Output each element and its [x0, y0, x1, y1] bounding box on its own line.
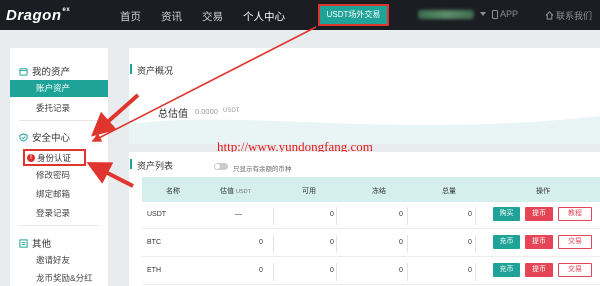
nav-home[interactable]: 首页 [120, 9, 141, 24]
cell-available: 0 [330, 267, 334, 274]
cell-valuation: 0 [259, 267, 263, 274]
withdraw-button[interactable]: 提币 [525, 235, 553, 249]
cell-divider [475, 263, 476, 281]
nav-trade[interactable]: 交易 [202, 9, 223, 24]
nav-news[interactable]: 资讯 [161, 9, 182, 24]
withdraw-button[interactable]: 提币 [525, 263, 553, 277]
account-dropdown-caret-icon[interactable] [480, 12, 486, 16]
cell-total: 0 [468, 239, 472, 246]
tutorial-button[interactable]: 教程 [558, 207, 592, 221]
col-action: 操作 [536, 188, 550, 195]
cell-frozen: 0 [399, 267, 403, 274]
trade-button[interactable]: 交易 [558, 263, 592, 277]
deposit-button[interactable]: 充币 [493, 235, 520, 249]
sidebar-item-change-password[interactable]: 修改密码 [36, 169, 70, 181]
usdt-otc-button[interactable]: USDT场外交易 [318, 4, 389, 26]
asset-list-card: 资产列表 只显示有余额的币种 名称 估值 USDT 可用 冻结 总量 操作 USD… [129, 152, 600, 286]
cell-divider [336, 207, 337, 225]
sidebar-item-bind-email[interactable]: 绑定邮箱 [36, 188, 70, 200]
sidebar-item-dragon-reward[interactable]: 龙币奖励&分红 [36, 272, 93, 284]
cell-divider [407, 207, 408, 225]
total-valuation-label: 总估值 [158, 109, 188, 120]
list-icon [19, 238, 28, 248]
col-valuation: 估值 USDT [220, 186, 251, 196]
cell-divider [273, 235, 274, 253]
col-total: 总量 [442, 188, 456, 195]
col-valuation-unit: USDT [236, 189, 251, 195]
cell-divider [407, 235, 408, 253]
table-row: USDT — 0 0 0 购买 提币 教程 [142, 202, 600, 229]
asset-list-title: 资产列表 [129, 159, 174, 171]
user-account-name-blurred[interactable] [418, 10, 474, 19]
total-valuation-value: 0.0000 [195, 107, 218, 116]
app-label: APP [500, 9, 519, 19]
cell-divider [475, 207, 476, 225]
sidebar-item-identity-verification[interactable]: ! 身份认证 [23, 149, 86, 166]
wallet-icon [19, 67, 28, 76]
logo-text: Dragon [6, 7, 62, 24]
cell-total: 0 [468, 267, 472, 274]
trade-button[interactable]: 交易 [558, 235, 592, 249]
asset-overview-card: 资产概况 总估值 0.0000 USDT http://www.yundongf… [129, 48, 600, 154]
brand-logo[interactable]: Dragonex [6, 7, 70, 24]
sidebar: 我的资产 账户资产 委托记录 安全中心 ! 身份认证 修改密码 绑定邮箱 登录记… [10, 48, 108, 286]
col-name: 名称 [166, 188, 180, 195]
sidebar-item-account-assets[interactable]: 账户资产 [10, 80, 108, 97]
toggle-label: 只显示有余额的币种 [233, 166, 292, 173]
cell-name: BTC [147, 239, 161, 246]
sidebar-item-login-log[interactable]: 登录记录 [36, 207, 70, 219]
buy-button[interactable]: 购买 [493, 207, 520, 221]
sidebar-section-label: 我的资产 [32, 67, 71, 78]
warning-icon: ! [27, 153, 35, 162]
contact-label: 联系我们 [556, 11, 593, 21]
sidebar-section-label: 其他 [32, 239, 52, 250]
cell-frozen: 0 [399, 211, 403, 218]
withdraw-button[interactable]: 提币 [525, 207, 553, 221]
table-row: ETH 0 0 0 0 充币 提币 交易 [142, 258, 600, 285]
cell-valuation: — [235, 211, 242, 218]
logo-superscript: ex [62, 7, 71, 13]
sidebar-section-label: 安全中心 [32, 133, 71, 144]
cell-divider [475, 235, 476, 253]
sidebar-section-security: 安全中心 [19, 130, 70, 144]
col-valuation-label: 估值 [220, 188, 234, 195]
top-nav-bar: Dragonex 首页 资讯 交易 个人中心 USDT场外交易 APP 联系我们 [0, 0, 600, 30]
sidebar-divider [19, 225, 99, 226]
sidebar-section-assets: 我的资产 [19, 64, 70, 78]
table-header: 名称 估值 USDT 可用 冻结 总量 操作 [142, 177, 600, 202]
main-content: 资产概况 总估值 0.0000 USDT http://www.yundongf… [129, 48, 600, 286]
deposit-button[interactable]: 充币 [493, 263, 520, 277]
sidebar-section-other: 其他 [19, 236, 51, 250]
sidebar-item-label: 身份认证 [37, 152, 72, 163]
home-icon [545, 11, 554, 20]
sidebar-item-orders[interactable]: 委托记录 [36, 102, 70, 114]
cell-available: 0 [330, 239, 334, 246]
overview-title: 资产概况 [129, 64, 174, 76]
contact-us-link[interactable]: 联系我们 [545, 9, 592, 22]
cell-frozen: 0 [399, 239, 403, 246]
nav-personal-center[interactable]: 个人中心 [243, 9, 285, 24]
total-valuation-unit: USDT [223, 108, 240, 114]
sidebar-item-invite-friends[interactable]: 邀请好友 [36, 254, 70, 266]
col-available: 可用 [302, 188, 316, 195]
cell-name: ETH [147, 267, 161, 274]
cell-valuation: 0 [259, 239, 263, 246]
col-frozen: 冻结 [372, 188, 386, 195]
cell-divider [273, 263, 274, 281]
show-nonzero-toggle[interactable] [214, 163, 228, 170]
sidebar-divider [19, 120, 99, 121]
cell-divider [273, 207, 274, 225]
phone-icon [492, 9, 498, 19]
table-row: BTC 0 0 0 0 充币 提币 交易 [142, 230, 600, 257]
cell-available: 0 [330, 211, 334, 218]
cell-divider [336, 235, 337, 253]
cell-total: 0 [468, 211, 472, 218]
cell-divider [336, 263, 337, 281]
shield-icon [19, 132, 28, 142]
app-download-link[interactable]: APP [492, 9, 518, 19]
cell-divider [407, 263, 408, 281]
cell-name: USDT [147, 211, 167, 218]
